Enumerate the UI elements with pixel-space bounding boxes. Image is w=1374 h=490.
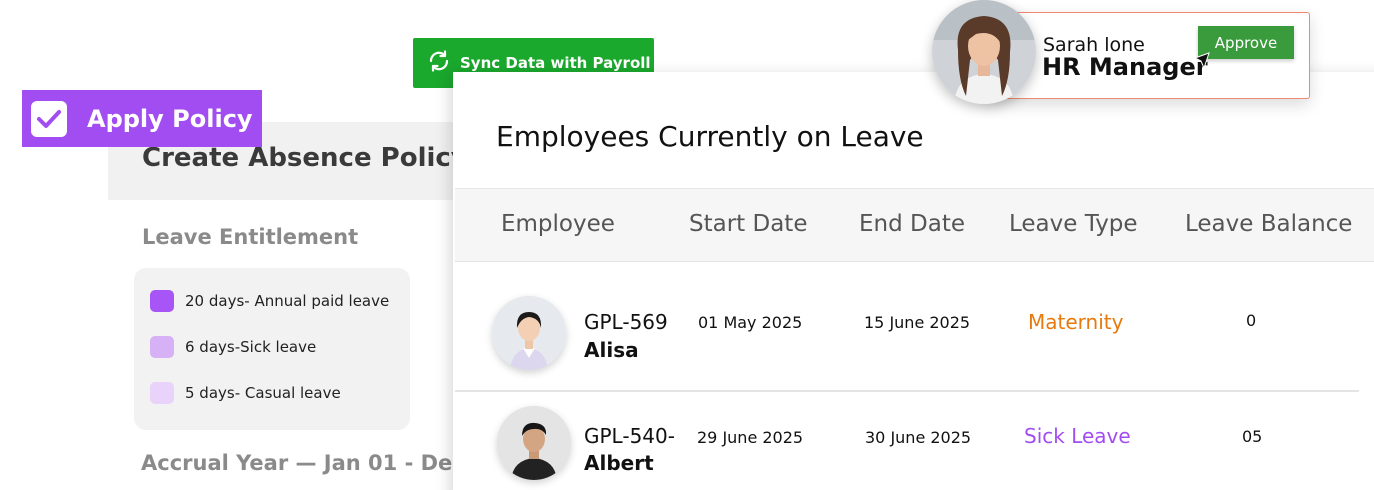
leave-type-label: Sick Leave [1024, 424, 1131, 448]
accrual-year: Accrual Year — Jan 01 - Dec [141, 451, 465, 475]
row-divider [455, 390, 1359, 392]
apply-policy-label: Apply Policy [87, 104, 253, 133]
leave-entitlement-item[interactable]: 6 days-Sick leave [150, 336, 316, 358]
checkbox-checked-icon [31, 100, 67, 137]
pointer-cursor-icon [1193, 52, 1213, 76]
leave-type-label: Maternity [1028, 310, 1124, 334]
manager-role: HR Manager [1042, 53, 1208, 81]
leave-entitlement-label: 5 days- Casual leave [185, 384, 341, 402]
annual-leave-swatch [150, 290, 174, 312]
leave-entitlement-label: 20 days- Annual paid leave [185, 292, 390, 310]
sync-payroll-label: Sync Data with Payroll [460, 54, 651, 72]
column-header-end-date[interactable]: End Date [859, 211, 965, 237]
policy-title: Create Absence Policy [142, 143, 468, 173]
apply-policy-button[interactable]: Apply Policy [22, 90, 262, 147]
employee-id: GPL-540- [584, 424, 675, 448]
avatar [492, 296, 566, 370]
sick-leave-swatch [150, 336, 174, 358]
column-header-employee[interactable]: Employee [501, 211, 615, 237]
end-date: 30 June 2025 [865, 428, 972, 447]
column-header-leave-balance[interactable]: Leave Balance [1185, 211, 1352, 237]
employee-name[interactable]: Alisa [584, 338, 639, 362]
column-header-start-date[interactable]: Start Date [689, 211, 807, 237]
avatar [497, 406, 571, 480]
leave-entitlement-label: 6 days-Sick leave [185, 338, 317, 356]
start-date: 01 May 2025 [698, 313, 803, 332]
employee-id: GPL-569 [584, 310, 668, 334]
leave-entitlement-item[interactable]: 5 days- Casual leave [150, 382, 341, 404]
hr-leave-screen: Create Absence Policy Leave Entitlement … [0, 0, 1374, 490]
employee-name[interactable]: Albert [584, 451, 654, 475]
column-header-leave-type[interactable]: Leave Type [1009, 211, 1138, 237]
sync-icon [426, 48, 452, 78]
employees-on-leave-title: Employees Currently on Leave [496, 120, 924, 153]
leave-entitlement-item[interactable]: 20 days- Annual paid leave [150, 290, 389, 312]
manager-avatar [932, 0, 1036, 104]
leave-balance: 0 [1246, 311, 1257, 330]
start-date: 29 June 2025 [697, 428, 804, 447]
leave-balance: 05 [1242, 427, 1263, 446]
end-date: 15 June 2025 [864, 313, 971, 332]
leave-entitlement-title: Leave Entitlement [142, 225, 359, 249]
casual-leave-swatch [150, 382, 174, 404]
